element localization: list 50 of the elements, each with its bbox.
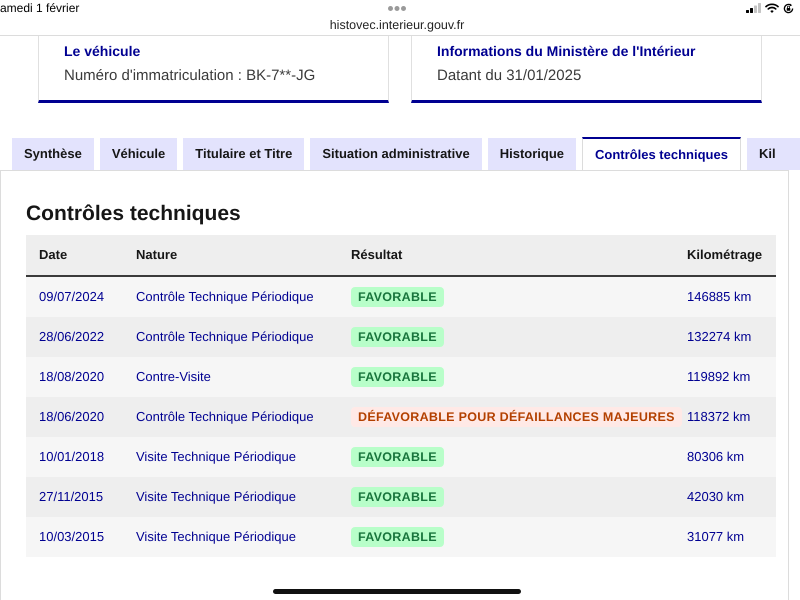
inspection-date: 10/01/2018 xyxy=(39,448,104,466)
url-text[interactable]: histovec.interieur.gouv.fr xyxy=(330,18,464,33)
signal-icon xyxy=(746,3,761,13)
result-badge: FAVORABLE xyxy=(351,527,444,547)
inspection-date: 27/11/2015 xyxy=(39,488,104,506)
result-badge: DÉFAVORABLE POUR DÉFAILLANCES MAJEURES xyxy=(351,407,682,427)
section-heading: Contrôles techniques xyxy=(26,201,242,227)
inspection-type: Contrôle Technique Périodique xyxy=(136,408,314,426)
inspection-type: Contrôle Technique Périodique xyxy=(136,328,314,346)
tab[interactable]: Véhicule xyxy=(100,138,178,170)
status-date: amedi 1 février xyxy=(0,1,80,15)
result-badge: FAVORABLE xyxy=(351,487,444,507)
inspection-type: Visite Technique Périodique xyxy=(136,528,296,546)
wifi-icon xyxy=(765,3,779,13)
result-badge: FAVORABLE xyxy=(351,367,444,387)
column-header: Kilométrage xyxy=(687,246,762,264)
mileage-value: 132274 km xyxy=(687,328,752,346)
card-title: Le véhicule xyxy=(64,42,142,60)
inspection-type: Visite Technique Périodique xyxy=(136,488,296,506)
more-dots-icon[interactable] xyxy=(388,6,406,10)
inspection-date: 10/03/2015 xyxy=(39,528,104,546)
inspection-date: 09/07/2024 xyxy=(39,288,104,306)
mileage-value: 80306 km xyxy=(687,448,744,466)
tab[interactable]: Titulaire et Titre xyxy=(183,138,304,170)
inspection-type: Visite Technique Périodique xyxy=(136,448,296,466)
tab[interactable]: Kil xyxy=(746,138,800,170)
result-badge: FAVORABLE xyxy=(351,447,444,467)
column-header: Résultat xyxy=(351,246,402,264)
inspection-date: 18/06/2020 xyxy=(39,408,104,426)
inspection-date: 28/06/2022 xyxy=(39,328,104,346)
result-badge: FAVORABLE xyxy=(351,327,444,347)
mileage-value: 31077 km xyxy=(687,528,744,546)
inspection-date: 18/08/2020 xyxy=(39,368,104,386)
mileage-value: 146885 km xyxy=(687,288,752,306)
result-badge: FAVORABLE xyxy=(351,287,444,307)
mileage-value: 118372 km xyxy=(687,408,750,426)
tab[interactable]: Synthèse xyxy=(12,138,94,170)
column-header: Nature xyxy=(136,246,178,264)
mileage-value: 42030 km xyxy=(687,488,744,506)
mileage-value: 119892 km xyxy=(687,368,750,386)
column-header: Date xyxy=(39,246,68,264)
tab[interactable]: Historique xyxy=(488,138,576,170)
inspection-type: Contrôle Technique Périodique xyxy=(136,288,314,306)
tab[interactable]: Contrôles techniques xyxy=(582,137,741,170)
tab[interactable]: Situation administrative xyxy=(310,138,482,170)
inspection-type: Contre-Visite xyxy=(136,368,211,386)
card-title: Informations du Ministère de l'Intérieur xyxy=(437,42,696,60)
card-text: Numéro d'immatriculation : BK-7**-JG xyxy=(64,66,316,86)
orientation-lock-icon xyxy=(783,2,794,14)
card-text: Datant du 31/01/2025 xyxy=(437,66,582,86)
